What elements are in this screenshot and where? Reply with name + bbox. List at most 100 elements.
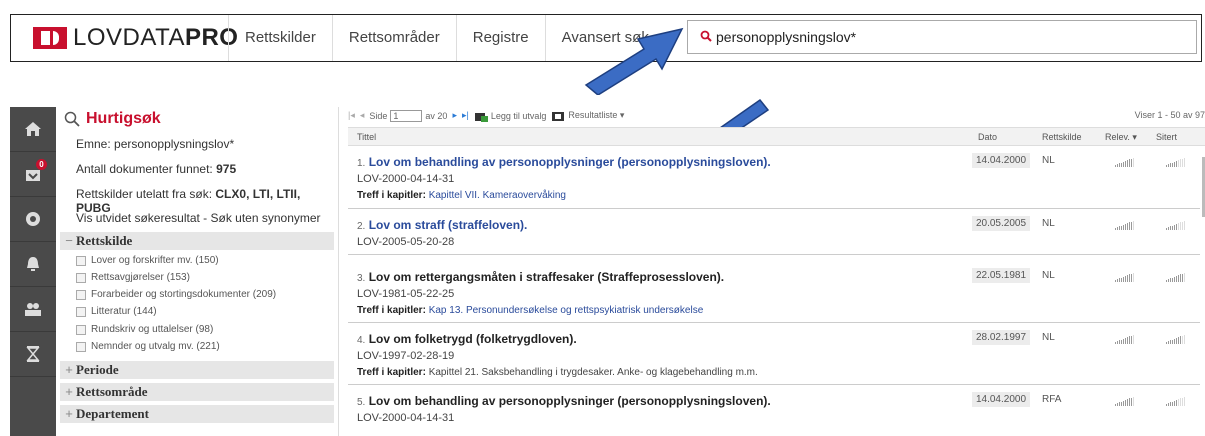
meter-tick [1182,221,1183,230]
legg-til-utvalg-button[interactable]: Legg til utvalg [491,111,547,121]
result-code: LOV-1997-02-28-19 [357,350,455,362]
search-box[interactable] [687,20,1197,54]
meter-tick [1166,342,1167,344]
rail-settings[interactable] [10,197,56,242]
search-input[interactable] [716,26,1186,48]
meter-tick [1123,224,1124,230]
checkbox-icon[interactable] [76,324,86,335]
filter-checkbox[interactable]: Lover og forskrifter mv. (150) [76,255,219,266]
meter-tick [1176,161,1177,167]
utvidet-link[interactable]: Vis utvidet søkeresultat - Søk uten syno… [76,211,321,225]
expand-icon: + [65,362,73,377]
meter-tick [1184,220,1185,230]
rail-inbox[interactable]: 0 [10,152,56,197]
meter-tick [1129,159,1130,167]
col-sitert[interactable]: Sitert [1156,132,1177,142]
nav-rettskilder[interactable]: Rettskilder [228,15,332,61]
rail-history[interactable] [10,332,56,377]
result-row[interactable]: 1. Lov om behandling av personopplysning… [348,146,1200,209]
meter-tick [1121,162,1122,167]
meter-tick [1129,336,1130,344]
section-departement[interactable]: + Departement [60,405,334,423]
meter-tick [1172,277,1173,282]
cited-bars [1166,157,1186,167]
result-title[interactable]: 3. Lov om rettergangsmåten i straffesake… [357,270,724,284]
resultatliste-dropdown[interactable]: Resultatliste ▾ [568,110,624,121]
col-tittel[interactable]: Tittel [357,132,376,142]
checkbox-icon[interactable] [76,289,86,300]
emne-value: personopplysningslov* [114,137,235,151]
meter-tick [1170,402,1171,406]
result-source: NL [1042,218,1055,229]
page-input[interactable]: 1 [390,109,423,122]
filter-checkbox[interactable]: Litteratur (144) [76,306,157,317]
users-icon [25,303,41,316]
add-to-selection-icon[interactable] [474,110,488,122]
col-relevans[interactable]: Relev. ▾ [1105,132,1137,143]
meter-tick [1119,402,1120,406]
prev-page-icon[interactable]: ◂ [360,110,365,121]
col-rettskilde[interactable]: Rettskilde [1042,132,1082,142]
filter-checkbox[interactable]: Rundskriv og uttalelser (98) [76,324,213,335]
checkbox-icon[interactable] [76,341,86,352]
meter-tick [1178,160,1179,167]
results-toolbar: |◂ ◂ Side 1 av 20 ▸ ▸| Legg til utvalg R… [348,107,1205,124]
results-area: |◂ ◂ Side 1 av 20 ▸ ▸| Legg til utvalg R… [348,107,1205,436]
resultatliste-icon[interactable] [551,110,565,122]
meter-tick [1180,398,1181,406]
meter-tick [1180,336,1181,344]
result-row[interactable]: 2. Lov om straff (straffeloven). LOV-200… [348,209,1200,255]
last-page-icon[interactable]: ▸| [462,110,469,121]
checkbox-icon[interactable] [76,255,86,266]
filter-label: Rettsavgjørelser (153) [91,272,190,283]
meter-tick [1131,335,1132,344]
next-page-icon[interactable]: ▸ [452,110,457,121]
meter-tick [1168,164,1169,167]
result-code: LOV-2005-05-20-28 [357,236,455,248]
meter-tick [1115,342,1116,344]
result-row[interactable]: 3. Lov om rettergangsmåten i straffesake… [348,261,1200,323]
result-code: LOV-2000-04-14-31 [357,412,455,424]
result-title[interactable]: 2. Lov om straff (straffeloven). [357,218,527,232]
result-treff: Treff i kapitler: Kap 13. Personundersøk… [357,305,704,316]
section-periode[interactable]: + Periode [60,361,334,379]
result-treff: Treff i kapitler: Kapittel 21. Saksbehan… [357,367,758,378]
rail-home[interactable] [10,107,56,152]
meter-tick [1182,335,1183,344]
filter-checkbox[interactable]: Rettsavgjørelser (153) [76,272,190,283]
section-rettsomrade[interactable]: + Rettsområde [60,383,334,401]
meter-tick [1125,161,1126,167]
search-panel: Hurtigsøk Emne: personopplysningslov* An… [56,107,339,436]
first-page-icon[interactable]: |◂ [348,110,355,121]
result-date: 20.05.2005 [972,216,1030,231]
section-label: Rettskilde [76,233,133,248]
result-row[interactable]: 4. Lov om folketrygd (folketrygdloven). … [348,323,1200,385]
meter-tick [1127,399,1128,406]
rail-users[interactable] [10,287,56,332]
meter-tick [1117,227,1118,230]
filter-checkbox[interactable]: Nemnder og utvalg mv. (221) [76,341,220,352]
nav-registre[interactable]: Registre [455,15,545,61]
result-code: LOV-2000-04-14-31 [357,173,455,185]
filter-checkbox[interactable]: Forarbeider og stortingsdokumenter (209) [76,289,276,300]
section-rettskilde[interactable]: − Rettskilde [60,232,334,250]
result-title[interactable]: 4. Lov om folketrygd (folketrygdloven). [357,332,577,346]
meter-tick [1174,338,1175,344]
rail-notifications[interactable] [10,242,56,287]
side-label: Side [369,110,388,121]
result-title[interactable]: 1. Lov om behandling av personopplysning… [357,155,771,169]
emne-label: Emne: [76,137,111,151]
result-title[interactable]: 5. Lov om behandling av personopplysning… [357,394,771,408]
meter-tick [1182,158,1183,167]
result-row[interactable]: 5. Lov om behandling av personopplysning… [348,385,1200,436]
meter-tick [1125,276,1126,282]
nav-rettsomrader[interactable]: Rettsområder [331,15,456,61]
checkbox-icon[interactable] [76,272,86,283]
col-dato[interactable]: Dato [978,132,997,142]
meter-tick [1125,400,1126,406]
meter-tick [1180,222,1181,230]
lovdata-logo[interactable]: LOVDATAPRO [33,24,238,51]
magnifier-icon [64,111,80,127]
panel-title: Hurtigsøk [64,110,161,128]
checkbox-icon[interactable] [76,306,86,317]
